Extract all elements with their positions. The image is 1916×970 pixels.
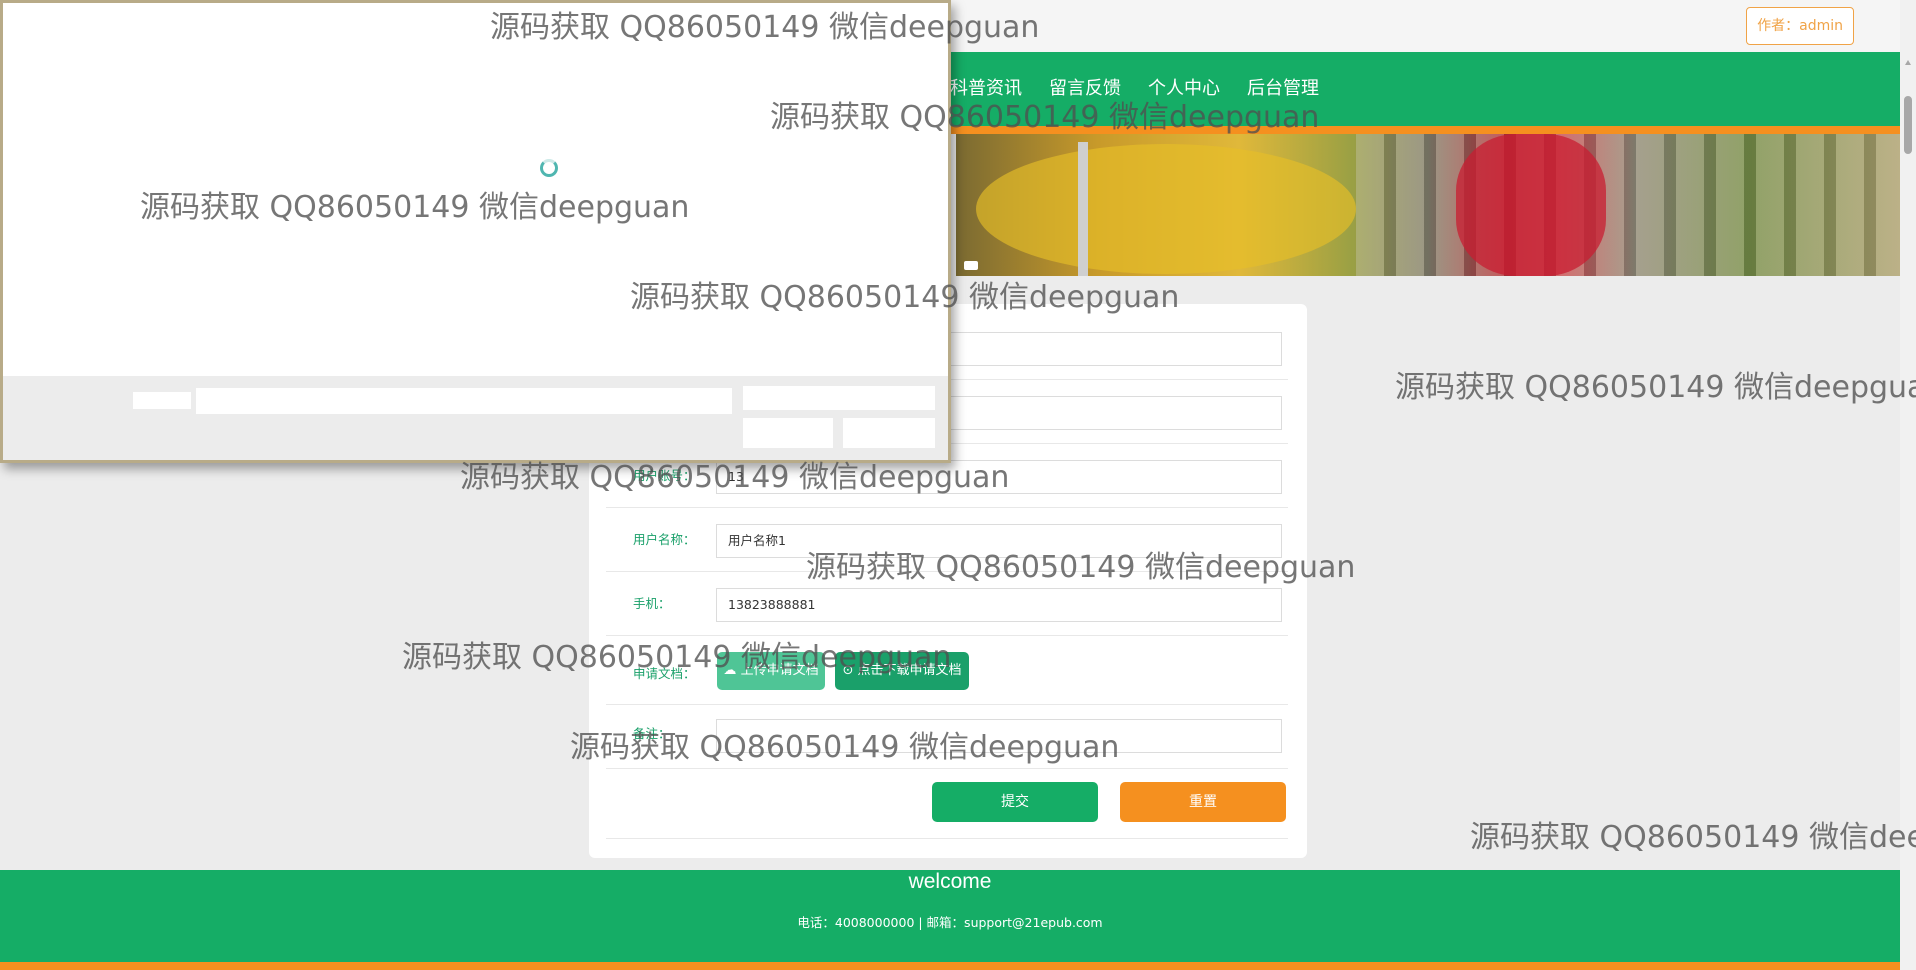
nav-item-science-news[interactable]: 科普资讯: [950, 74, 1022, 100]
footer-title: welcome: [908, 870, 992, 893]
phone-input[interactable]: 13823888881: [716, 588, 1282, 622]
action-row: 提交 重置: [606, 769, 1288, 839]
loading-popup-window: [0, 0, 951, 463]
remark-label: 备注：: [633, 726, 671, 741]
popup-footer: [3, 376, 948, 460]
loading-spinner-icon: [540, 159, 558, 177]
form-row: 手机： 13823888881: [606, 572, 1288, 636]
carousel-indicator[interactable]: [964, 261, 978, 270]
footer-contact: 电话：4008000000 | 邮箱：support@21epub.com: [797, 915, 1103, 930]
nav-item-admin[interactable]: 后台管理: [1247, 74, 1319, 100]
watermark: 源码获取 QQ86050149 微信deepguan: [1395, 370, 1916, 405]
document-row: 申请文档： ☁ 上传申请文档 ⊙ 点击下载申请文档: [606, 636, 1288, 705]
popup-placeholder: [743, 386, 935, 410]
footer: welcome 电话：4008000000 | 邮箱：support@21epu…: [0, 870, 1900, 966]
username-label: 用户名称：: [633, 532, 696, 547]
submit-button[interactable]: 提交: [932, 782, 1098, 822]
username-input[interactable]: 用户名称1: [716, 524, 1282, 558]
remark-input[interactable]: [716, 719, 1282, 753]
scroll-up-arrow-icon[interactable]: [1905, 60, 1911, 65]
banner-image: [956, 134, 1900, 276]
download-button-label: 点击下载申请文档: [857, 663, 962, 678]
form-row: 用户名称： 用户名称1: [606, 508, 1288, 572]
popup-placeholder: [133, 392, 191, 409]
download-document-button[interactable]: ⊙ 点击下载申请文档: [835, 652, 969, 690]
popup-placeholder: [843, 418, 935, 448]
footer-accent-stripe: [0, 962, 1900, 970]
popup-placeholder: [196, 388, 732, 414]
scrollbar-thumb[interactable]: [1904, 96, 1912, 154]
author-badge[interactable]: 作者：admin: [1746, 7, 1854, 45]
phone-label: 手机：: [633, 596, 671, 611]
popup-placeholder: [743, 418, 833, 448]
upload-document-button[interactable]: ☁ 上传申请文档: [717, 652, 825, 690]
nav-item-feedback[interactable]: 留言反馈: [1049, 74, 1121, 100]
watermark: 源码获取 QQ86050149 微信deepguan: [1470, 820, 1916, 855]
upload-button-label: 上传申请文档: [740, 663, 819, 678]
remark-row: 备注：: [606, 705, 1288, 769]
page-scrollbar[interactable]: [1900, 0, 1916, 970]
reset-button[interactable]: 重置: [1120, 782, 1286, 822]
account-input[interactable]: 13: [716, 460, 1282, 494]
nav-items: 科普资讯 留言反馈 个人中心 后台管理: [950, 74, 1319, 100]
account-label: 用户账号：: [633, 468, 696, 483]
nav-item-personal-center[interactable]: 个人中心: [1148, 74, 1220, 100]
document-label: 申请文档：: [633, 666, 696, 681]
